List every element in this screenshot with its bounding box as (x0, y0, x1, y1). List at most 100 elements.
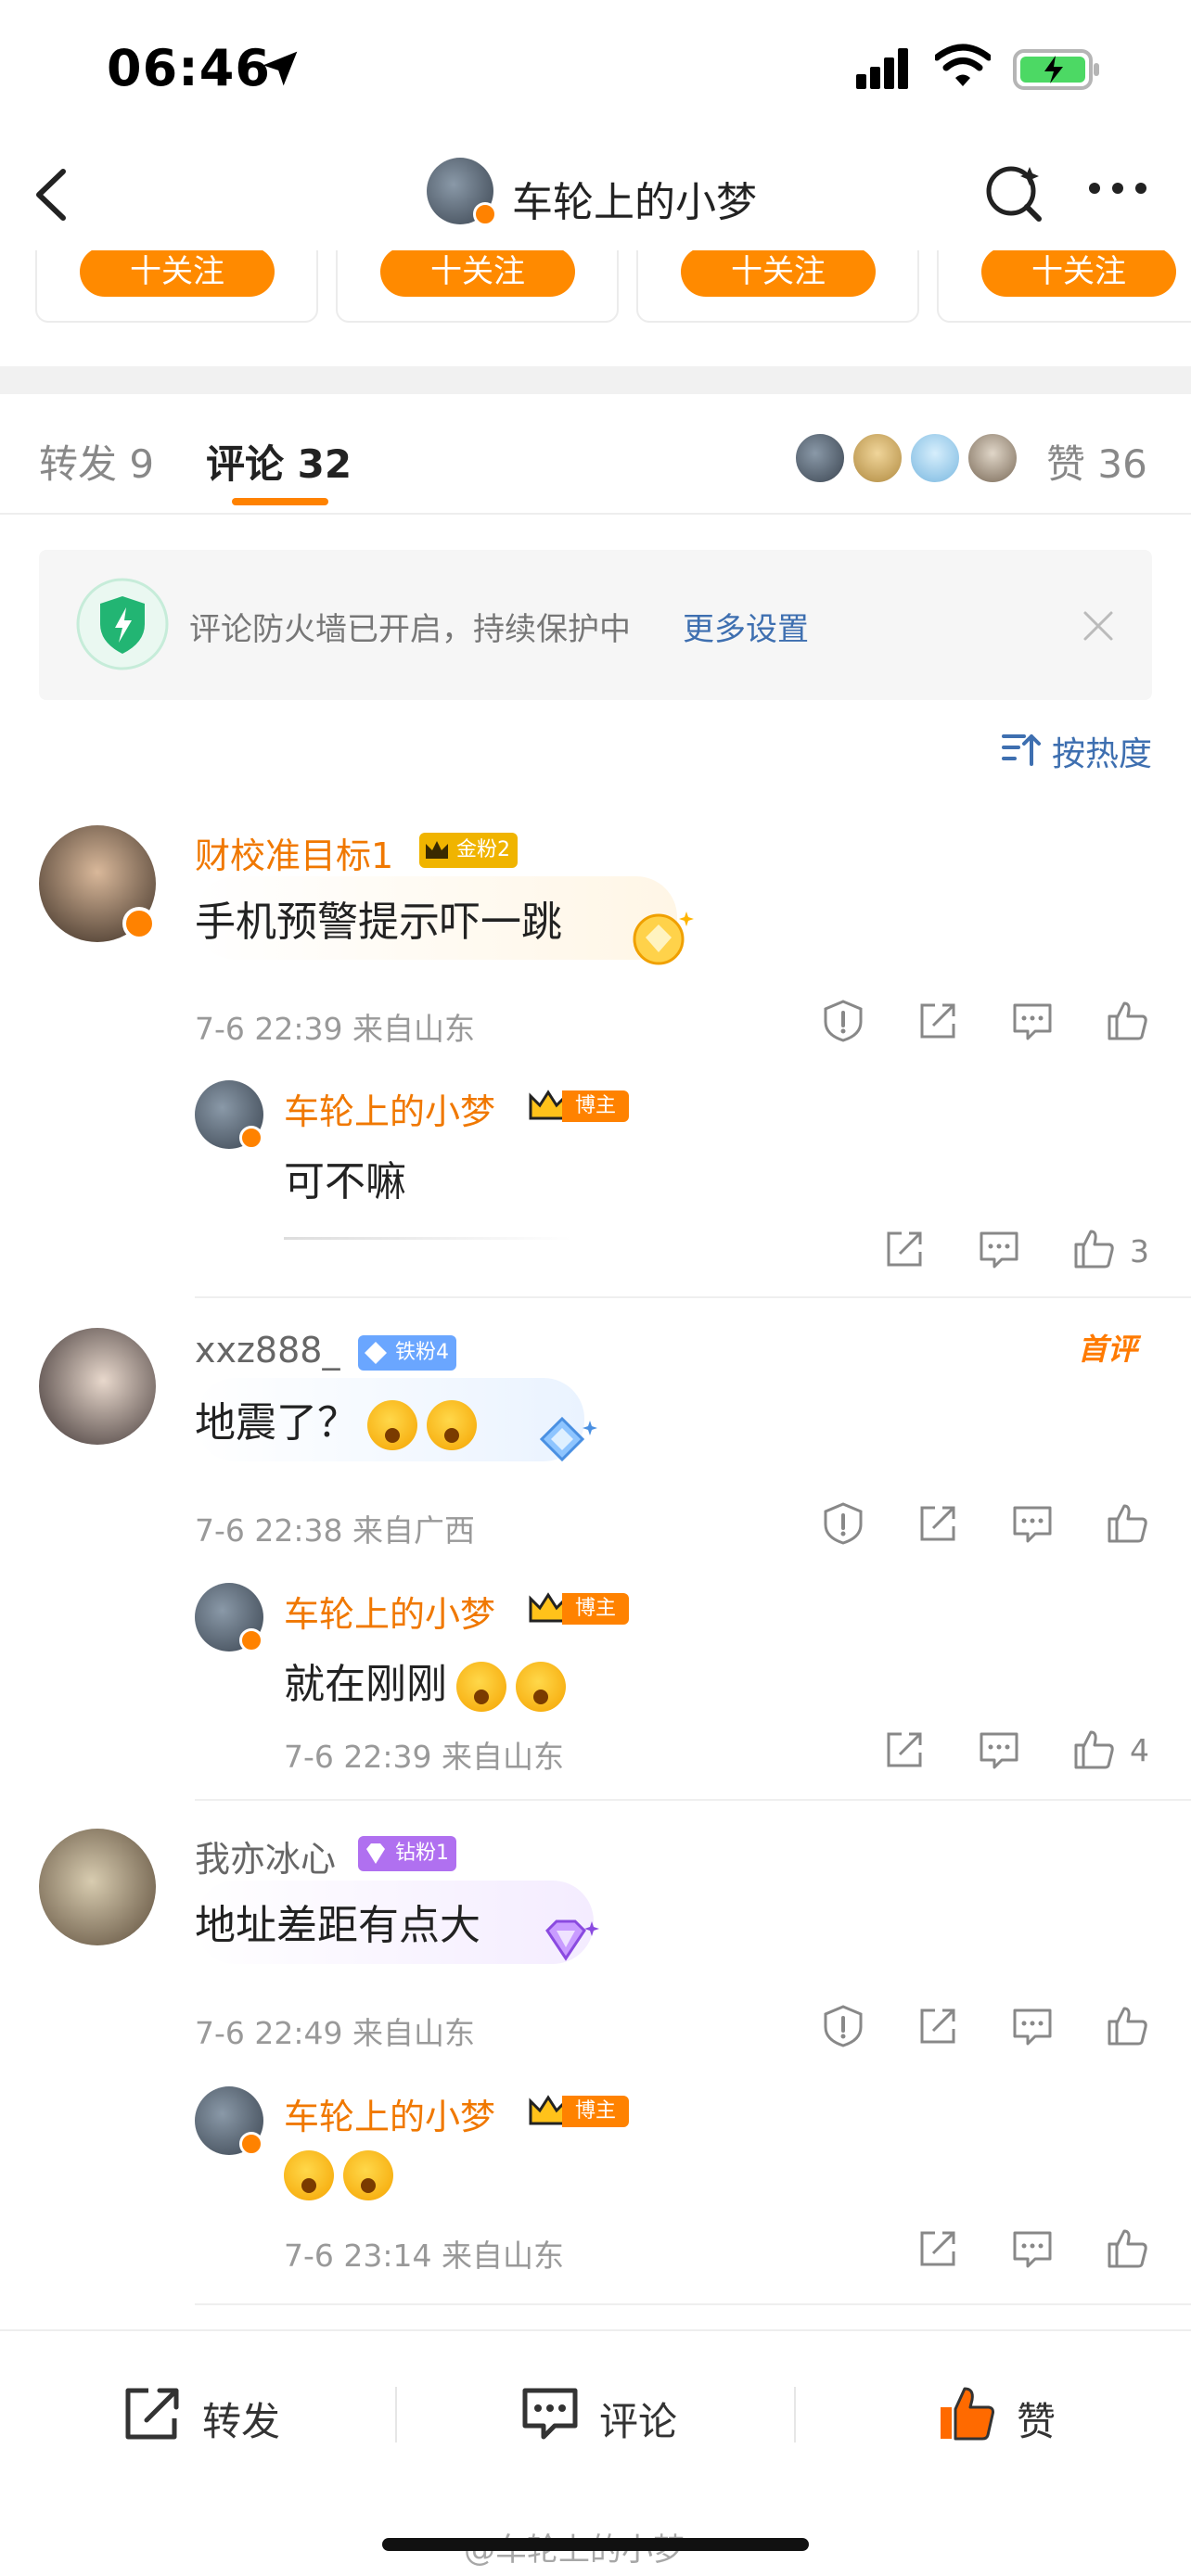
like-filled-icon (941, 2387, 994, 2441)
reply-author-name[interactable]: 车轮上的小梦 (284, 1586, 495, 1637)
verified-badge-icon (239, 2132, 263, 2156)
laughing-emoji-icon (284, 2150, 334, 2200)
reply-icon[interactable] (1009, 2225, 1056, 2272)
tab-repost[interactable]: 转发 9 (39, 433, 154, 490)
comment-button[interactable]: 评论 (519, 2378, 705, 2452)
search-icon[interactable] (981, 159, 1048, 226)
host-badge: 博主 (527, 1589, 629, 1626)
commenter-name[interactable]: xxz888_ (195, 1330, 339, 1371)
diamond-icon (365, 1342, 387, 1364)
tab-likes[interactable]: 赞 36 (1046, 433, 1147, 490)
fan-badge: 金粉2 (419, 833, 518, 868)
repost-label: 转发 (202, 2399, 281, 2444)
separator (794, 2387, 796, 2442)
firewall-status-text: 评论防火墙已开启，持续保护中 (189, 611, 631, 648)
separator (395, 2387, 397, 2442)
active-tab-indicator (232, 498, 328, 505)
reply-author-name[interactable]: 车轮上的小梦 (284, 1083, 495, 1134)
first-comment-tag: 首评 (1078, 1332, 1138, 1367)
avatar[interactable] (39, 1328, 156, 1445)
like-count: 4 (1130, 1732, 1149, 1768)
reply-icon[interactable] (1009, 998, 1056, 1044)
sort-icon (1002, 734, 1041, 766)
share-icon[interactable] (881, 1226, 928, 1272)
comment-divider (195, 1296, 1191, 1298)
close-icon[interactable] (1080, 607, 1117, 644)
like-button[interactable]: 赞 (937, 2378, 1122, 2452)
follow-button[interactable]: 十关注 (681, 250, 876, 297)
verified-badge-icon (122, 907, 156, 940)
commenter-name[interactable]: 财校准目标1 (195, 827, 393, 878)
reply-meta: 7-6 22:39 来自山东 (284, 1739, 564, 1775)
share-icon[interactable] (915, 1500, 961, 1547)
crown-icon (426, 841, 448, 859)
comment-text: 地震了？ (195, 1389, 477, 1450)
like-label: 赞 (1017, 2399, 1057, 2444)
share-icon[interactable] (915, 2003, 961, 2049)
reply-text: 可不嘛 (284, 1158, 406, 1205)
comment-meta: 7-6 22:49 来自山东 (195, 2015, 475, 2051)
reply-text-content: 就在刚刚 (284, 1661, 447, 1708)
section-divider (0, 366, 1191, 394)
purple-gem-icon (545, 1919, 599, 1961)
reply-icon[interactable] (1009, 2003, 1056, 2049)
recommended-users-row: 十关注 十关注 十关注 十关注 (0, 250, 1191, 334)
host-badge-label: 博主 (562, 1090, 629, 1122)
like-icon[interactable] (1104, 998, 1150, 1044)
status-bar: 06:46 (0, 0, 1191, 139)
follow-button[interactable]: 十关注 (380, 250, 575, 297)
like-icon[interactable] (1104, 2225, 1150, 2272)
host-badge-label: 博主 (562, 2096, 629, 2127)
host-badge: 博主 (527, 2092, 629, 2129)
wifi-icon (935, 44, 991, 86)
more-options-icon[interactable] (1085, 174, 1150, 202)
comment-text: 手机预警提示吓一跳 (195, 899, 562, 946)
like-icon[interactable] (1104, 1500, 1150, 1547)
bottom-action-bar: 转发 评论 赞 @车轮上的小梦 (0, 2329, 1191, 2576)
page-title[interactable]: 车轮上的小梦 (512, 169, 757, 228)
shield-icon (76, 578, 169, 670)
tab-comment[interactable]: 评论 32 (206, 433, 352, 490)
commenter-name[interactable]: 我亦冰心 (195, 1830, 336, 1881)
reply-icon[interactable] (976, 1226, 1022, 1272)
avatar[interactable] (39, 1829, 156, 1945)
interaction-tabs: 转发 9 评论 32 赞 36 (0, 394, 1191, 515)
likers-avatars[interactable] (793, 431, 1025, 487)
repost-button[interactable]: 转发 (122, 2378, 308, 2452)
follow-button[interactable]: 十关注 (981, 250, 1176, 297)
comment-icon (522, 2388, 578, 2440)
avatar (793, 431, 847, 485)
recommended-user-card: 十关注 (937, 250, 1191, 323)
reply-divider (284, 1237, 571, 1240)
report-icon[interactable] (820, 1500, 866, 1547)
status-time: 06:46 (107, 39, 271, 97)
host-badge-label: 博主 (562, 1593, 629, 1625)
verified-badge-icon (473, 202, 497, 226)
follow-button[interactable]: 十关注 (80, 250, 275, 297)
like-icon[interactable] (1070, 1226, 1117, 1272)
share-icon[interactable] (915, 2225, 961, 2272)
recommended-user-card: 十关注 (336, 250, 619, 323)
reply-author-name[interactable]: 车轮上的小梦 (284, 2088, 495, 2139)
battery-charging-icon (1013, 49, 1099, 90)
like-icon[interactable] (1070, 1727, 1117, 1773)
verified-badge-icon (239, 1126, 263, 1150)
back-icon[interactable] (26, 162, 82, 227)
share-icon[interactable] (915, 998, 961, 1044)
sort-toggle[interactable]: 按热度 (1002, 725, 1159, 773)
shocked-emoji-icon (367, 1400, 417, 1450)
shocked-emoji-icon (427, 1400, 477, 1450)
shocked-emoji-icon (456, 1662, 506, 1712)
reply-icon[interactable] (976, 1727, 1022, 1773)
report-icon[interactable] (820, 2003, 866, 2049)
share-icon[interactable] (881, 1727, 928, 1773)
like-icon[interactable] (1104, 2003, 1150, 2049)
comment-label: 评论 (599, 2399, 678, 2444)
report-icon[interactable] (820, 998, 866, 1044)
reply-meta: 7-6 23:14 来自山东 (284, 2238, 564, 2274)
reply-icon[interactable] (1009, 1500, 1056, 1547)
like-count: 3 (1130, 1233, 1149, 1269)
repost-icon (125, 2388, 179, 2440)
more-settings-link[interactable]: 更多设置 (683, 604, 809, 649)
comment-divider (195, 1799, 1191, 1801)
